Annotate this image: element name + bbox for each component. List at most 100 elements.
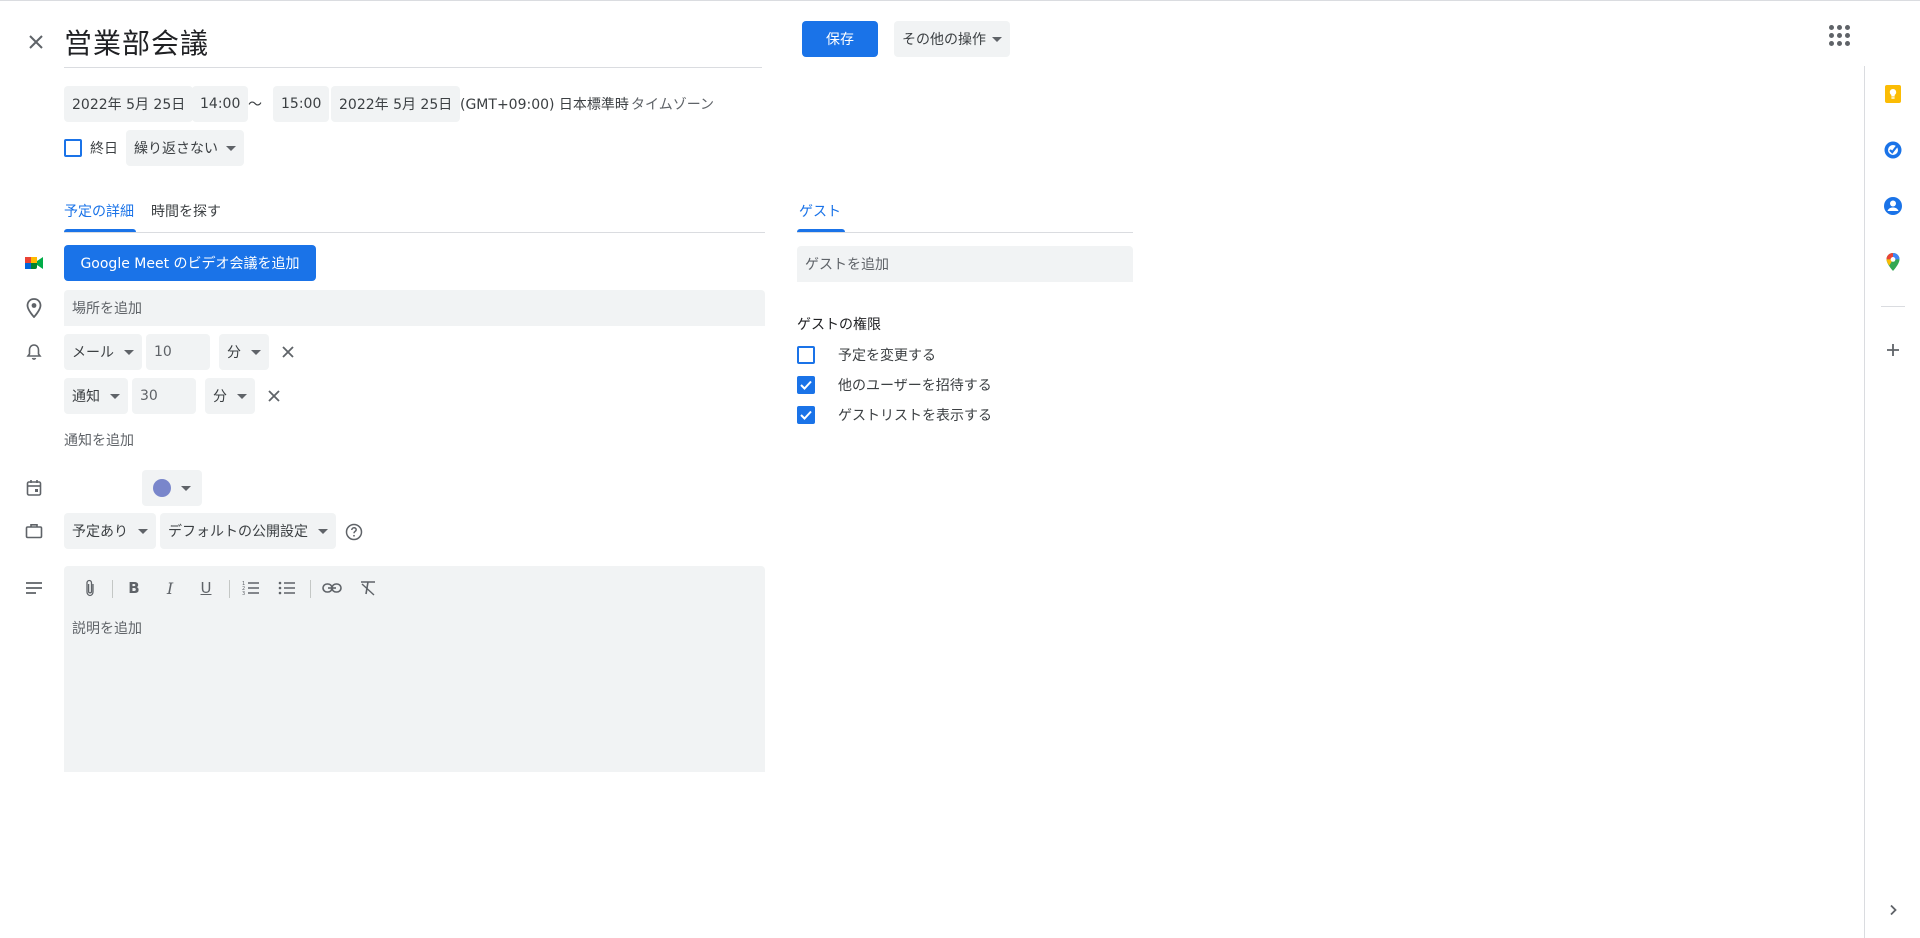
add-notification-link[interactable]: 通知を追加 (64, 425, 134, 455)
close-icon (29, 35, 43, 49)
caret-down-icon (226, 145, 236, 151)
notification-type-label: 通知 (72, 389, 100, 405)
checkmark-icon (800, 380, 812, 390)
description-editor[interactable]: B I U 123 説明を追加 (64, 566, 765, 772)
availability-dropdown[interactable]: 予定あり (64, 513, 156, 549)
apps-dot (1828, 32, 1834, 38)
repeat-dropdown[interactable]: 繰り返さない (126, 130, 244, 166)
caret-down-icon (992, 36, 1002, 42)
notification-value-input[interactable]: 10 (146, 334, 210, 370)
notification-value-input[interactable]: 30 (132, 378, 196, 414)
caret-down-icon (318, 528, 328, 534)
toolbar-separator (310, 580, 311, 598)
maps-icon[interactable] (1881, 250, 1905, 274)
keep-icon[interactable] (1881, 82, 1905, 106)
calendar-icon (22, 476, 46, 500)
save-button[interactable]: 保存 (802, 21, 878, 57)
close-icon (282, 346, 294, 358)
bold-icon[interactable]: B (122, 576, 146, 600)
end-date-chip[interactable]: 2022年 5月 25日 (331, 86, 461, 122)
top-border (0, 0, 1920, 1)
close-button[interactable] (20, 26, 52, 58)
apps-dot (1828, 24, 1834, 30)
guest-permissions-title: ゲストの権限 (797, 317, 881, 333)
bulleted-list-icon[interactable] (275, 576, 299, 600)
caret-down-icon (181, 485, 191, 491)
remove-notification-button[interactable] (276, 340, 300, 364)
apps-dot (1836, 24, 1842, 30)
notification-unit-dropdown[interactable]: 分 (205, 378, 255, 414)
guests-tabs-divider (797, 232, 1133, 233)
all-day-label: 終日 (90, 141, 118, 157)
rail-divider (1881, 306, 1905, 307)
start-time-chip[interactable]: 14:00 (192, 86, 249, 122)
description-placeholder: 説明を追加 (72, 621, 142, 637)
notification-type-label: メール (72, 345, 114, 361)
apps-dot (1836, 32, 1842, 38)
add-addon-icon[interactable] (1881, 338, 1905, 362)
notification-type-dropdown[interactable]: メール (64, 334, 142, 370)
apps-grid-button[interactable] (1822, 18, 1856, 52)
description-icon (22, 576, 46, 600)
visibility-label: デフォルトの公開設定 (168, 524, 308, 540)
all-day-checkbox[interactable] (64, 139, 82, 157)
chevron-right-icon[interactable] (1881, 898, 1905, 922)
link-icon[interactable] (320, 576, 344, 600)
caret-down-icon (237, 393, 247, 399)
start-date-chip[interactable]: 2022年 5月 25日 (64, 86, 194, 122)
toolbar-separator (112, 580, 113, 598)
apps-dot (1836, 40, 1842, 46)
apps-dot (1828, 40, 1834, 46)
google-meet-icon (22, 251, 46, 275)
timezone-link[interactable]: タイムゾーン (631, 86, 714, 122)
caret-down-icon (251, 349, 261, 355)
permission-invite-checkbox[interactable] (797, 376, 815, 394)
availability-label: 予定あり (72, 524, 128, 540)
notification-unit-dropdown[interactable]: 分 (219, 334, 269, 370)
notification-type-dropdown[interactable]: 通知 (64, 378, 128, 414)
side-panel-rail (1864, 66, 1920, 938)
toolbar-separator (229, 580, 230, 598)
tab-event-details[interactable]: 予定の詳細 (64, 193, 134, 229)
permission-modify-checkbox[interactable] (797, 346, 815, 364)
numbered-list-icon[interactable]: 123 (239, 576, 263, 600)
underline-icon[interactable]: U (194, 576, 218, 600)
italic-icon[interactable]: I (158, 576, 182, 600)
end-time-chip[interactable]: 15:00 (273, 86, 330, 122)
add-google-meet-button[interactable]: Google Meet のビデオ会議を追加 (64, 245, 316, 281)
location-input[interactable]: 場所を追加 (64, 290, 765, 326)
contacts-icon[interactable] (1881, 194, 1905, 218)
more-actions-button[interactable]: その他の操作 (894, 21, 1010, 57)
help-circle-icon (345, 523, 363, 541)
permission-invite-label: 他のユーザーを招待する (838, 378, 992, 394)
briefcase-icon (22, 519, 46, 543)
apps-dot (1844, 32, 1850, 38)
caret-down-icon (138, 528, 148, 534)
tab-guests[interactable]: ゲスト (799, 193, 841, 229)
remove-notification-button[interactable] (262, 384, 286, 408)
visibility-dropdown[interactable]: デフォルトの公開設定 (160, 513, 336, 549)
event-title-text[interactable]: 営業部会議 (64, 22, 209, 62)
timezone-text: (GMT+09:00) 日本標準時 (460, 97, 629, 113)
event-title-field[interactable]: 営業部会議 (64, 18, 762, 68)
event-color-dropdown[interactable] (142, 470, 202, 506)
tab-find-time[interactable]: 時間を探す (151, 193, 221, 229)
clear-formatting-icon[interactable] (356, 576, 380, 600)
tasks-icon[interactable] (1881, 138, 1905, 162)
notification-unit-label: 分 (213, 389, 227, 405)
attachment-icon[interactable] (78, 576, 102, 600)
caret-down-icon (110, 393, 120, 399)
repeat-label: 繰り返さない (134, 141, 218, 157)
checkmark-icon (800, 410, 812, 420)
add-guests-input[interactable]: ゲストを追加 (797, 246, 1133, 282)
notification-unit-label: 分 (227, 345, 241, 361)
permission-see-guests-checkbox[interactable] (797, 406, 815, 424)
permission-see-guests-label: ゲストリストを表示する (838, 408, 992, 424)
apps-dot (1844, 40, 1850, 46)
svg-text:3: 3 (242, 591, 245, 596)
help-button[interactable] (342, 520, 366, 544)
bell-icon (22, 340, 46, 364)
location-icon (22, 296, 46, 320)
more-actions-label: その他の操作 (902, 32, 986, 48)
tabs-divider (64, 232, 765, 233)
